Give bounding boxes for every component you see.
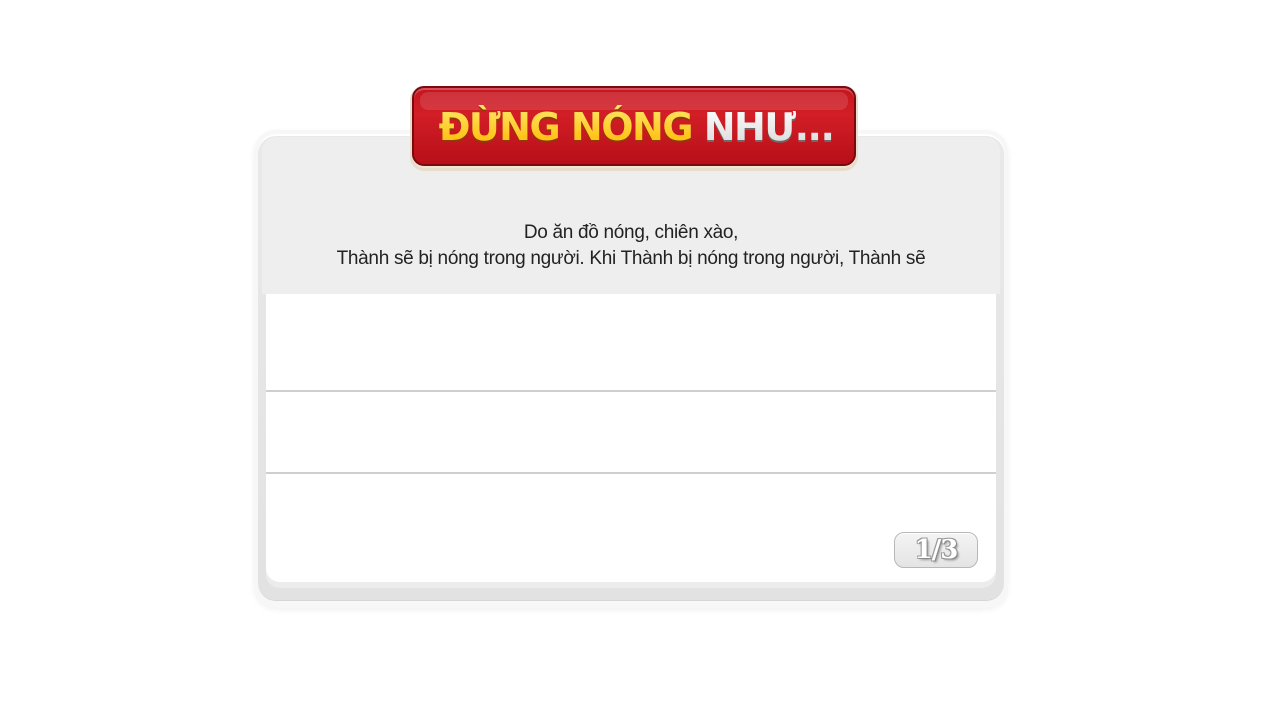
game-stage: Do ăn đồ nóng, chiên xào, Thành sẽ bị nó… bbox=[0, 0, 1280, 720]
answer-option-2[interactable] bbox=[266, 392, 996, 474]
title-banner: ĐỪNG NÓNG NHƯ... bbox=[412, 86, 856, 166]
title-rest: NHƯ... bbox=[692, 105, 835, 149]
answer-list bbox=[266, 294, 996, 582]
title-highlight: ĐỪNG NÓNG bbox=[438, 105, 694, 149]
question-counter: 1/3 bbox=[894, 532, 978, 568]
question-line-2: Thành sẽ bị nóng trong người. Khi Thành … bbox=[336, 248, 926, 269]
answer-option-3[interactable] bbox=[266, 474, 996, 582]
question-text: Do ăn đồ nóng, chiên xào, Thành sẽ bị nó… bbox=[262, 220, 1000, 272]
title-banner-text: ĐỪNG NÓNG NHƯ... bbox=[414, 88, 854, 164]
question-line-1: Do ăn đồ nóng, chiên xào, bbox=[523, 222, 739, 243]
answer-option-1[interactable] bbox=[266, 294, 996, 392]
